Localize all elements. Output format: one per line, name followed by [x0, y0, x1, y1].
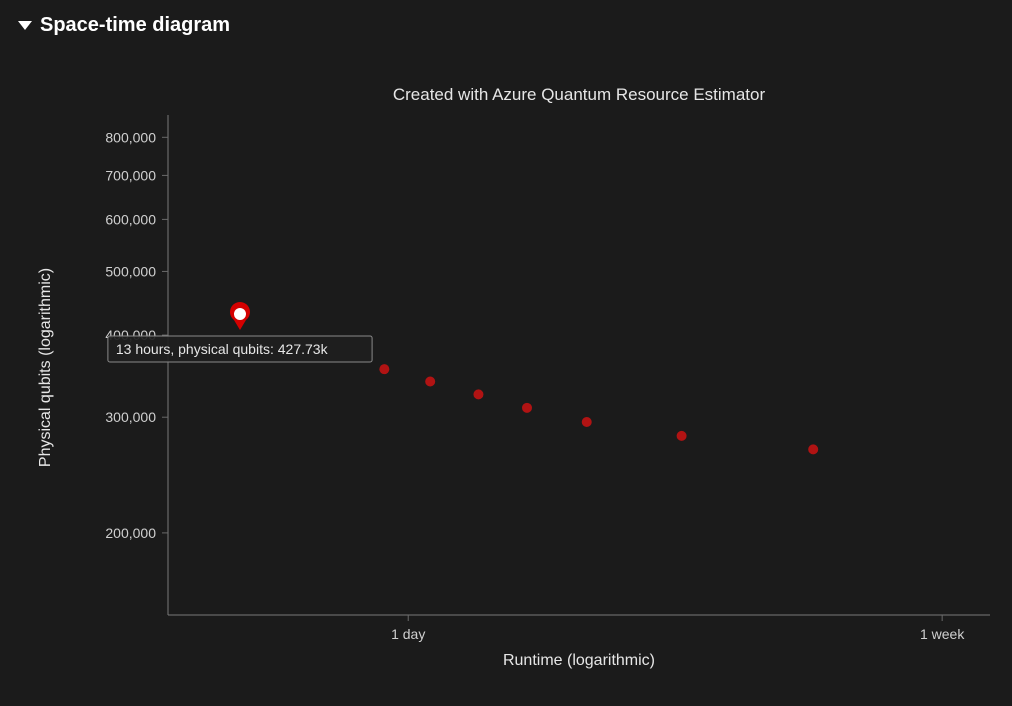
x-tick-label: 1 week	[920, 626, 965, 642]
y-tick-label: 600,000	[105, 211, 156, 227]
tooltip-text: 13 hours, physical qubits: 427.73k	[116, 341, 329, 357]
data-point[interactable]	[522, 403, 532, 413]
panel-title: Space-time diagram	[40, 14, 230, 37]
x-tick-label: 1 day	[391, 626, 425, 642]
y-tick-label: 700,000	[105, 167, 156, 183]
y-tick-label: 200,000	[105, 525, 156, 541]
panel-header[interactable]: Space-time diagram	[0, 0, 1012, 45]
chart-title: Created with Azure Quantum Resource Esti…	[393, 85, 766, 104]
x-axis-label: Runtime (logarithmic)	[503, 652, 655, 669]
data-point[interactable]	[677, 431, 687, 441]
data-point-highlighted-inner	[234, 308, 246, 320]
data-point[interactable]	[582, 417, 592, 427]
space-time-chart[interactable]: Created with Azure Quantum Resource Esti…	[0, 45, 1012, 705]
data-point[interactable]	[808, 444, 818, 454]
y-axis-label: Physical qubits (logarithmic)	[37, 268, 54, 467]
y-tick-label: 300,000	[105, 409, 156, 425]
chevron-down-icon	[18, 21, 32, 30]
data-point[interactable]	[473, 389, 483, 399]
y-tick-label: 500,000	[105, 263, 156, 279]
data-point[interactable]	[379, 364, 389, 374]
y-tick-label: 800,000	[105, 129, 156, 145]
data-point[interactable]	[425, 376, 435, 386]
